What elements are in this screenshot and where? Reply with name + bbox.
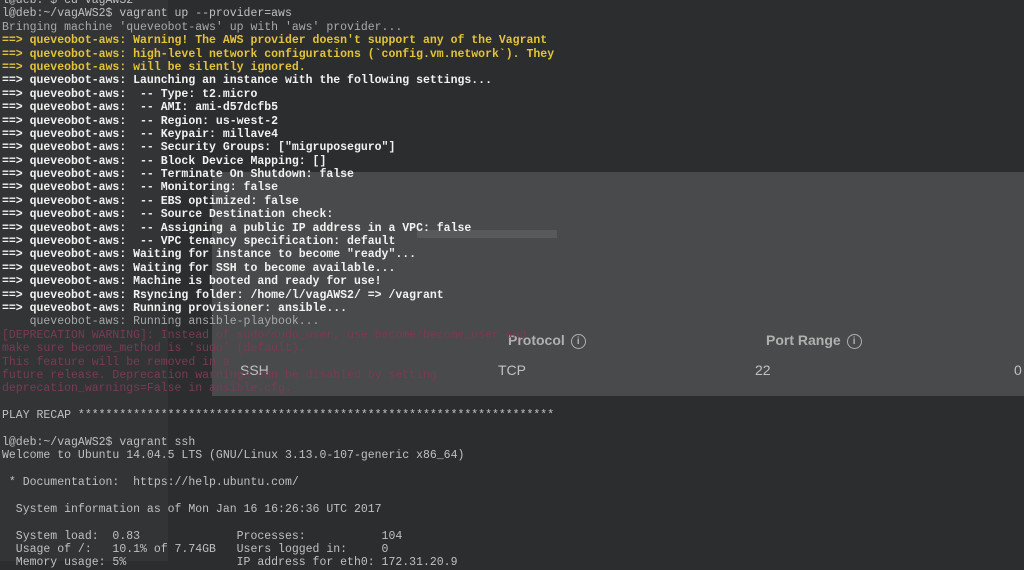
port-range-header: Port Range i [766, 332, 862, 349]
terminal-line: This feature will be removed in a [2, 355, 230, 369]
terminal-line: ==> queveobot-aws: -- Type: t2.micro [2, 87, 258, 101]
terminal-line: future release. Deprecation warnings can… [2, 368, 437, 382]
terminal-line: ==> queveobot-aws: -- AMI: ami-d57dcfb5 [2, 101, 279, 115]
terminal-line: Usage of /: 10.1% of 7.74GB Users logged… [2, 543, 389, 557]
terminal-line: ==> queveobot-aws: high-level network co… [2, 47, 555, 61]
terminal-line: ==> queveobot-aws: Waiting for instance … [2, 248, 417, 262]
terminal-line: Memory usage: 5% IP address for eth0: 17… [2, 556, 458, 570]
info-icon: i [570, 334, 586, 349]
row-port: 22 [755, 362, 771, 378]
terminal-line: ==> queveobot-aws: -- Source Destination… [2, 208, 334, 222]
terminal-line: make sure become_method is 'sudo' (defau… [2, 342, 306, 356]
terminal-line: * Documentation: https://help.ubuntu.com… [2, 476, 299, 490]
terminal-output[interactable]: l@deb:~$ cd vagAWS2 l@deb:~/vagAWS2$ vagr… [2, 0, 554, 570]
terminal-line: ==> queveobot-aws: -- Monitoring: false [2, 181, 279, 195]
terminal-line: ==> queveobot-aws: Machine is booted and… [2, 275, 382, 289]
terminal-line: deprecation_warnings=False in ansible.cf… [2, 382, 292, 396]
terminal-line: ==> queveobot-aws: -- EBS optimized: fal… [2, 194, 299, 208]
terminal-line: ==> queveobot-aws: -- Terminate On Shutd… [2, 168, 354, 182]
info-icon: i [846, 334, 862, 349]
terminal-line: Welcome to Ubuntu 14.04.5 LTS (GNU/Linux… [2, 449, 465, 463]
terminal-line: ==> queveobot-aws: will be silently igno… [2, 60, 306, 74]
terminal-line: ==> queveobot-aws: Running provisioner: … [2, 301, 348, 315]
terminal-line: ==> queveobot-aws: -- Security Groups: [… [2, 141, 396, 155]
terminal-line: [DEPRECATION WARNING]: Instead of sudo/s… [2, 328, 527, 342]
terminal-line: ==> queveobot-aws: -- Region: us-west-2 [2, 114, 279, 128]
terminal-line: ==> queveobot-aws: -- Block Device Mappi… [2, 154, 327, 168]
terminal-line: System information as of Mon Jan 16 16:2… [2, 502, 382, 516]
terminal-line: l@deb:~/vagAWS2$ vagrant ssh [2, 435, 196, 449]
terminal-line: System load: 0.83 Processes: 104 [2, 529, 403, 543]
terminal-line: ==> queveobot-aws: Rsyncing folder: /hom… [2, 288, 444, 302]
terminal-line: ==> queveobot-aws: -- VPC tenancy specif… [2, 235, 396, 249]
terminal-line: ==> queveobot-aws: Warning! The AWS prov… [2, 34, 548, 48]
terminal-line: ==> queveobot-aws: Launching an instance… [2, 74, 492, 88]
terminal-line: ==> queveobot-aws: -- Keypair: millave4 [2, 127, 279, 141]
terminal-line: PLAY RECAP *****************************… [2, 409, 555, 423]
terminal-line: l@deb:~/vagAWS2$ vagrant up --provider=a… [2, 7, 292, 21]
terminal-line: ==> queveobot-aws: -- Assigning a public… [2, 221, 472, 235]
terminal-line: queveobot-aws: Running ansible-playbook.… [2, 315, 320, 329]
terminal-line: ==> queveobot-aws: Waiting for SSH to be… [2, 261, 396, 275]
terminal-line: l@deb:~$ cd vagAWS2 [2, 0, 134, 7]
terminal-line: Bringing machine 'queveobot-aws' up with… [2, 20, 403, 34]
row-source: 0 [1014, 362, 1022, 378]
